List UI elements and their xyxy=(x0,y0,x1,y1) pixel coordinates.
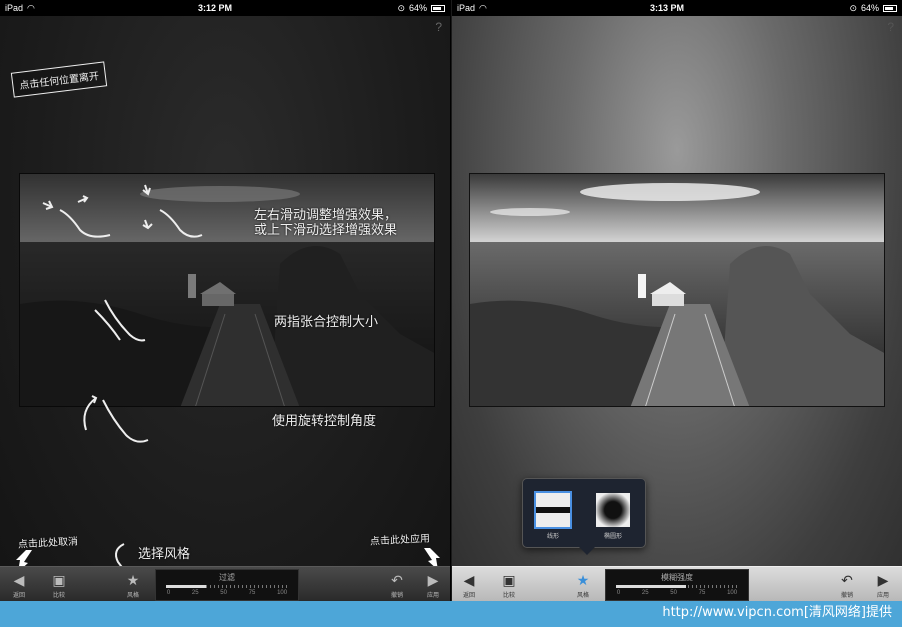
lock-rotation-icon: ⊙ xyxy=(397,2,405,13)
style-hint: 选择风格 xyxy=(138,546,191,561)
clock: 3:13 PM xyxy=(649,3,684,13)
undo-icon: ↶ xyxy=(841,572,853,588)
triangle-right-icon: ▶ xyxy=(877,572,889,588)
slider-fill xyxy=(616,585,686,588)
photo-canvas[interactable] xyxy=(469,173,885,407)
slider-title: 模糊强度 xyxy=(661,573,693,582)
battery-icon xyxy=(431,4,445,12)
elliptical-shape-option[interactable]: 椭圆形 xyxy=(595,493,631,540)
battery-percent: 64% xyxy=(408,3,427,13)
elliptical-shape-thumbnail xyxy=(596,493,630,527)
battery-icon xyxy=(883,4,897,12)
slider-title: 过滤 xyxy=(219,573,235,582)
bottom-toolbar: ◀ 返回 ▣ 比较 ★ 风格 模糊强度 0 25 50 75 100 ↶ 撤销 xyxy=(452,566,902,601)
apply-button[interactable]: ▶ 应用 xyxy=(418,570,448,599)
slider-fill xyxy=(166,585,206,588)
carrier-label: iPad xyxy=(457,3,476,13)
source-footer: http://www.vipcn.com[清风网络]提供 xyxy=(0,601,902,627)
image-icon: ▣ xyxy=(52,572,66,588)
compare-button[interactable]: ▣ 比较 xyxy=(44,570,74,599)
style-button[interactable]: ★ 风格 xyxy=(568,570,598,599)
back-button[interactable]: ◀ 返回 xyxy=(4,570,34,599)
back-button[interactable]: ◀ 返回 xyxy=(454,570,484,599)
star-icon: ★ xyxy=(576,572,590,588)
wifi-icon: ◠ xyxy=(27,2,35,13)
dismiss-hint-badge[interactable]: 点击任何位置离开 xyxy=(10,61,108,98)
undo-icon: ↶ xyxy=(391,572,403,588)
apply-button[interactable]: ▶ 应用 xyxy=(868,570,898,599)
pinch-gesture-icon xyxy=(94,299,146,342)
undo-button[interactable]: ↶ 撤销 xyxy=(382,570,412,599)
triangle-right-icon: ▶ xyxy=(427,572,439,588)
help-button[interactable]: ? xyxy=(887,20,894,34)
battery-percent: 64% xyxy=(860,3,879,13)
linear-shape-thumbnail xyxy=(534,491,572,529)
rotate-hint: 使用旋转控制角度 xyxy=(272,413,377,428)
shape-popover: 线形 椭圆形 xyxy=(522,478,646,555)
right-screen: iPad ◠ 3:13 PM ⊙ 64% ? 线形 椭圆形 ◀ 返回 ▣ 比较 … xyxy=(452,0,902,601)
triangle-left-icon: ◀ xyxy=(13,572,25,588)
help-button[interactable]: ? xyxy=(435,20,442,34)
compare-button[interactable]: ▣ 比较 xyxy=(494,570,524,599)
star-icon: ★ xyxy=(126,572,140,588)
rotate-gesture-icon xyxy=(83,395,149,443)
linear-shape-option[interactable]: 线形 xyxy=(534,491,572,540)
carrier-label: iPad xyxy=(5,3,24,13)
status-bar: iPad ◠ 3:12 PM ⊙ 64% xyxy=(0,0,450,16)
left-screen: iPad ◠ 3:12 PM ⊙ 64% ? 点击任何位置离开 左右滑动调整增强… xyxy=(0,0,451,601)
status-bar: iPad ◠ 3:13 PM ⊙ 64% xyxy=(452,0,902,16)
swipe-gesture-icon xyxy=(42,195,111,238)
triangle-left-icon: ◀ xyxy=(463,572,475,588)
blur-strength-slider[interactable]: 模糊强度 0 25 50 75 100 xyxy=(605,569,749,601)
bottom-toolbar: ◀ 返回 ▣ 比较 ★ 风格 过滤 0 25 50 75 100 ↶ 撤销 ▶ … xyxy=(0,566,450,601)
undo-button[interactable]: ↶ 撤销 xyxy=(832,570,862,599)
swipe-vertical-gesture-icon xyxy=(142,184,203,238)
pinch-hint: 两指张合控制大小 xyxy=(274,314,379,329)
image-icon: ▣ xyxy=(502,572,516,588)
style-button[interactable]: ★ 风格 xyxy=(118,570,148,599)
strength-slider[interactable]: 过滤 0 25 50 75 100 xyxy=(155,569,299,601)
wifi-icon: ◠ xyxy=(479,2,487,13)
swipe-hint-line-2: 或上下滑动选择增强效果 xyxy=(254,222,398,237)
lock-rotation-icon: ⊙ xyxy=(849,2,857,13)
clock: 3:12 PM xyxy=(197,3,232,13)
